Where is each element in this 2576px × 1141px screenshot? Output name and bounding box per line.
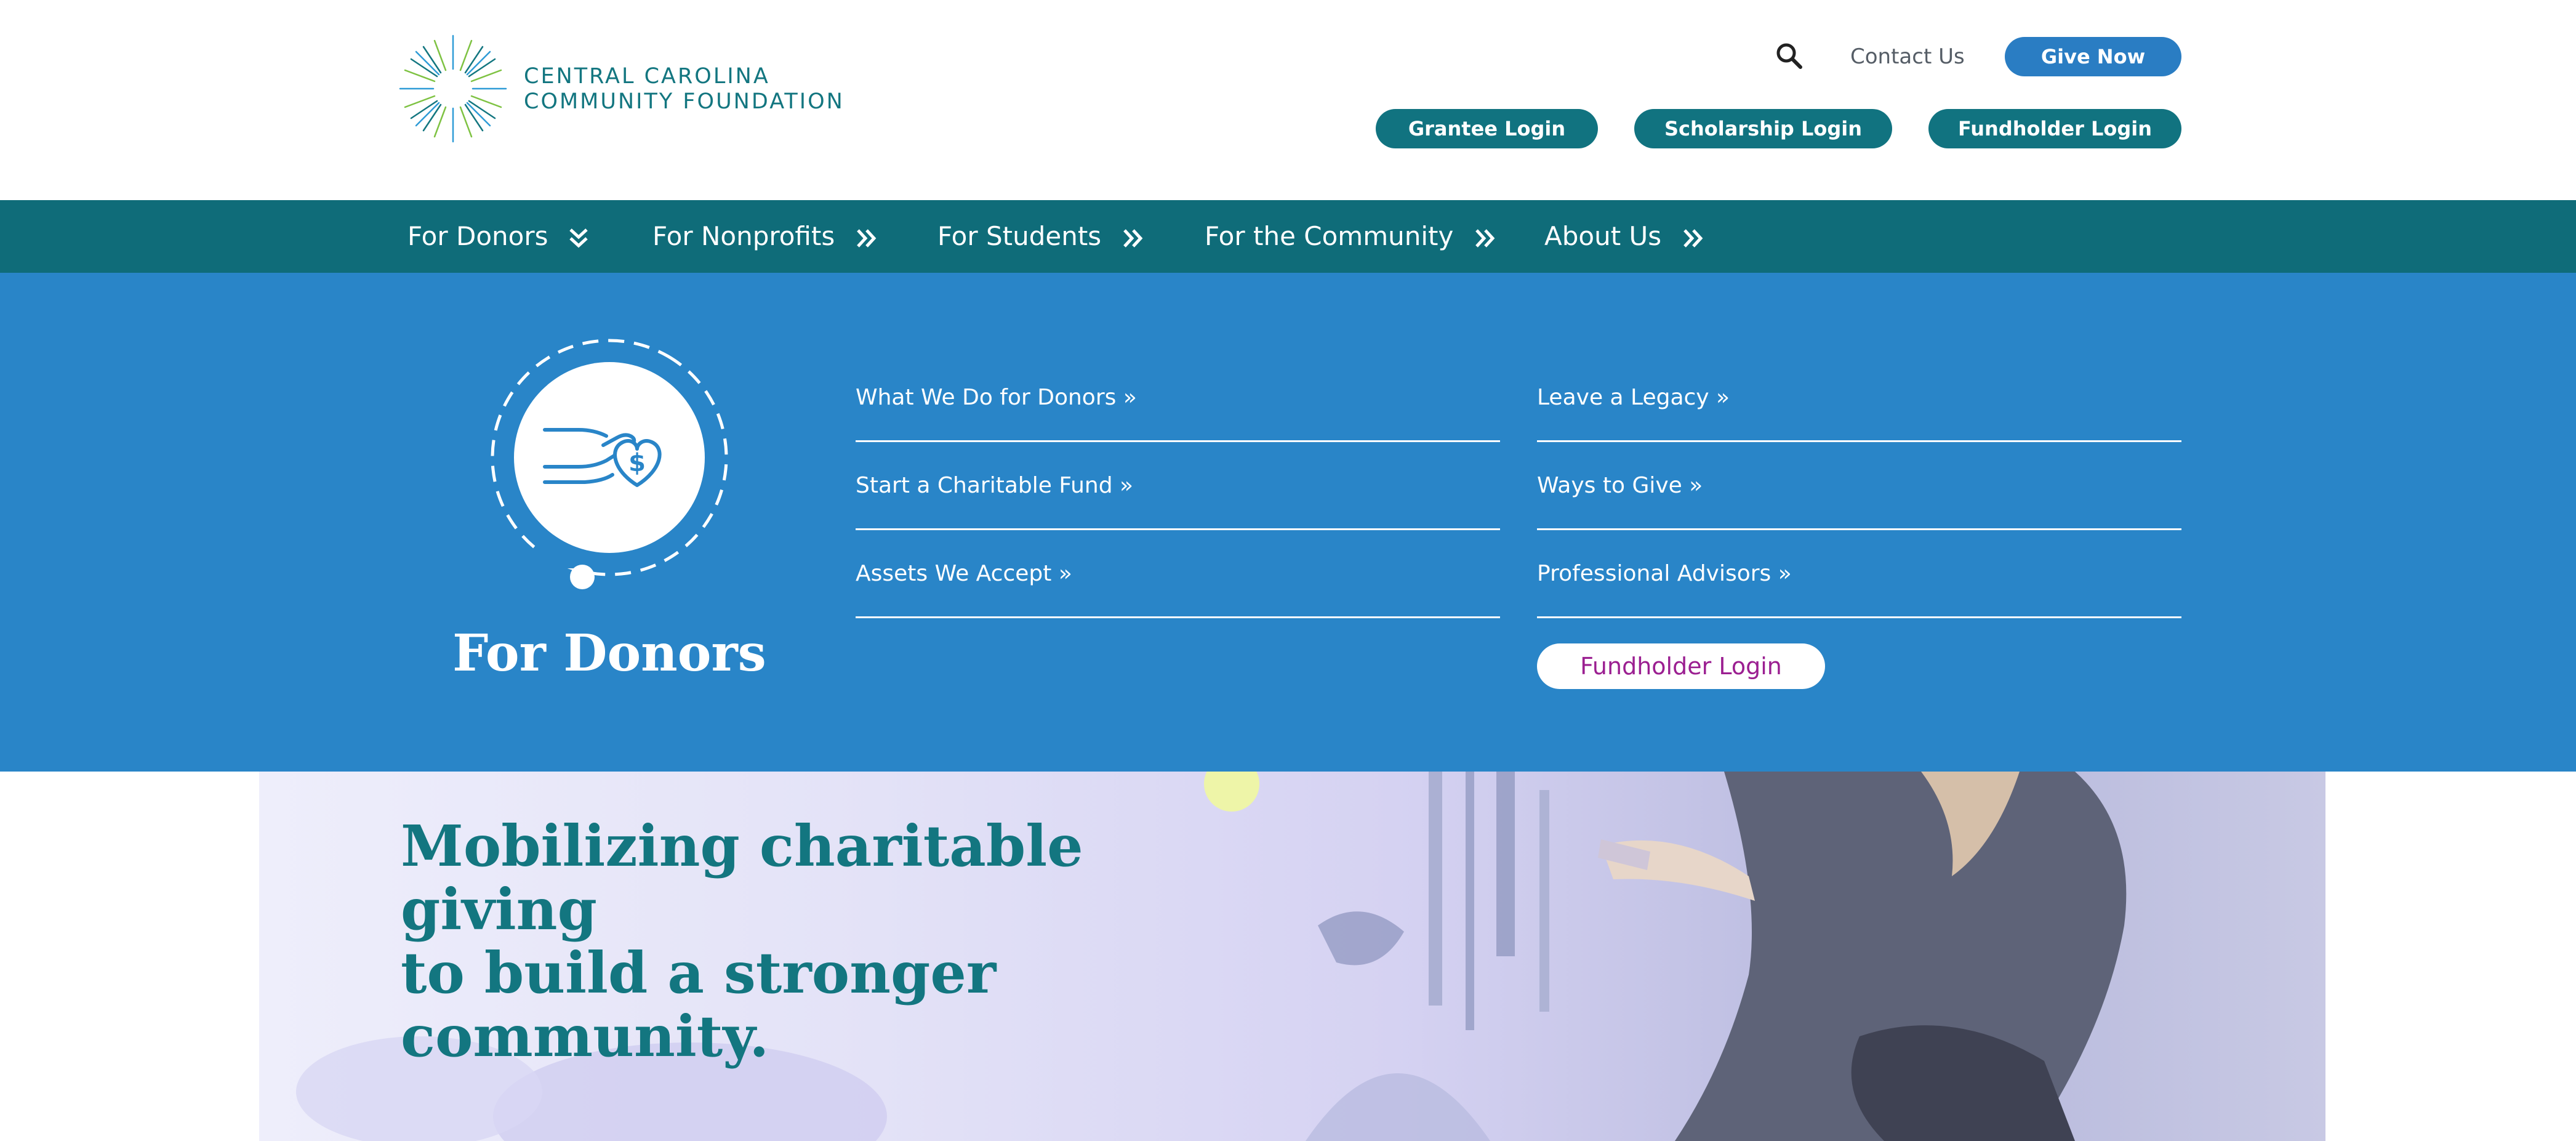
- fundholder-login-menu-button[interactable]: Fundholder Login: [1537, 643, 1825, 689]
- hero-heading-line-2: to build a stronger: [401, 940, 997, 1006]
- menu-divider: [856, 616, 1500, 618]
- chevron-double-down-icon: [569, 228, 588, 248]
- chevron-double-right-icon: [1475, 228, 1495, 248]
- search-icon[interactable]: [1774, 41, 1805, 71]
- menu-link-start-a-charitable-fund[interactable]: Start a Charitable Fund »: [856, 473, 1133, 498]
- logo[interactable]: CENTRAL CAROLINA COMMUNITY FOUNDATION: [398, 33, 865, 144]
- nav-item-for-nonprofits[interactable]: For Nonprofits: [652, 200, 879, 273]
- hero-heading: Mobilizing charitable giving to build a …: [401, 815, 1262, 1068]
- scholarship-login-button[interactable]: Scholarship Login: [1634, 109, 1892, 148]
- nav-item-for-students[interactable]: For Students: [937, 200, 1146, 273]
- donors-mega-menu: $ For Donors What We Do for Donors » Sta…: [0, 273, 2576, 772]
- menu-divider: [856, 440, 1500, 442]
- logo-line-1: CENTRAL CAROLINA: [524, 64, 770, 89]
- hero-heading-line-1: Mobilizing charitable giving: [401, 813, 1083, 943]
- svg-text:$: $: [628, 449, 646, 477]
- menu-divider: [1537, 616, 2181, 618]
- menu-link-ways-to-give[interactable]: Ways to Give »: [1537, 473, 1703, 498]
- main-nav: For Donors For Nonprofits For Students F…: [0, 200, 2576, 273]
- nav-label: About Us: [1544, 221, 1662, 251]
- hero-heading-line-3: community.: [401, 1003, 769, 1070]
- logo-line-2: COMMUNITY FOUNDATION: [524, 89, 845, 114]
- menu-divider: [1537, 440, 2181, 442]
- menu-link-leave-a-legacy[interactable]: Leave a Legacy »: [1537, 385, 1730, 410]
- menu-link-what-we-do-for-donors[interactable]: What We Do for Donors »: [856, 385, 1137, 410]
- nav-label: For Donors: [407, 221, 548, 251]
- nav-label: For the Community: [1205, 221, 1454, 251]
- mega-menu-title: For Donors: [452, 624, 766, 683]
- chevron-double-right-icon: [1683, 228, 1703, 248]
- nav-label: For Nonprofits: [652, 221, 835, 251]
- contact-us-link[interactable]: Contact Us: [1850, 44, 1965, 69]
- logo-wordmark: CENTRAL CAROLINA COMMUNITY FOUNDATION: [524, 64, 845, 115]
- chevron-double-right-icon: [856, 228, 876, 248]
- grantee-login-button[interactable]: Grantee Login: [1376, 109, 1598, 148]
- nav-item-for-donors[interactable]: For Donors: [407, 200, 590, 273]
- chevron-double-right-icon: [1123, 228, 1142, 248]
- logo-burst-icon: [399, 34, 507, 143]
- site-header: CENTRAL CAROLINA COMMUNITY FOUNDATION Co…: [0, 0, 2576, 200]
- nav-item-for-the-community[interactable]: For the Community: [1205, 200, 1498, 273]
- menu-divider: [856, 528, 1500, 530]
- menu-link-assets-we-accept[interactable]: Assets We Accept »: [856, 561, 1072, 586]
- nav-item-about-us[interactable]: About Us: [1544, 200, 1706, 273]
- hero-banner: Mobilizing charitable giving to build a …: [259, 772, 2325, 1141]
- give-now-button[interactable]: Give Now: [2005, 37, 2181, 76]
- fundholder-login-button[interactable]: Fundholder Login: [1928, 109, 2181, 148]
- nav-label: For Students: [937, 221, 1102, 251]
- donor-giving-hand-icon: $: [491, 339, 728, 589]
- menu-link-professional-advisors[interactable]: Professional Advisors »: [1537, 561, 1792, 586]
- menu-divider: [1537, 528, 2181, 530]
